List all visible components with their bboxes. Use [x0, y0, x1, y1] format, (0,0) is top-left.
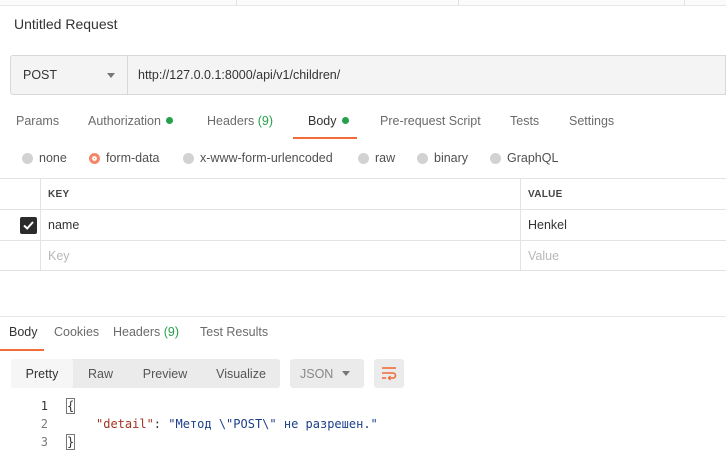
tab-strip-segment[interactable]: [0, 0, 237, 6]
response-code-viewer[interactable]: 1 { 2 "detail": "Метод \"POST\" не разре…: [0, 397, 726, 451]
column-header-key: KEY: [48, 189, 70, 200]
tab-strip-segment[interactable]: [237, 0, 459, 6]
url-bar: POST http://127.0.0.1:8000/api/v1/childr…: [10, 55, 726, 95]
chevron-down-icon: [342, 371, 350, 376]
key-cell[interactable]: name: [48, 218, 79, 232]
tab-pre-request-script[interactable]: Pre-request Script: [380, 114, 481, 128]
key-placeholder[interactable]: Key: [48, 249, 70, 263]
radio-raw[interactable]: raw: [358, 151, 395, 165]
tab-strip-segment[interactable]: [459, 0, 685, 6]
format-select[interactable]: JSON: [290, 359, 364, 388]
response-tabs: Body Cookies Headers (9) Test Results: [0, 316, 726, 351]
radio-graphql[interactable]: GraphQL: [490, 151, 558, 165]
url-input[interactable]: http://127.0.0.1:8000/api/v1/children/: [128, 56, 725, 94]
status-dot-icon: [341, 117, 349, 124]
view-mode-raw[interactable]: Raw: [73, 359, 128, 388]
table-row-empty: Key Value: [0, 240, 726, 271]
radio-circle-icon: [358, 152, 369, 164]
chevron-down-icon: [107, 73, 115, 78]
json-colon: :: [153, 417, 169, 431]
body-type-radios: none form-data x-www-form-urlencoded raw…: [0, 149, 726, 169]
line-number: 3: [40, 435, 48, 449]
radio-x-www-form-urlencoded[interactable]: x-www-form-urlencoded: [183, 151, 333, 165]
open-brace: {: [66, 398, 76, 414]
response-tab-cookies[interactable]: Cookies: [54, 325, 99, 339]
value-cell[interactable]: Henkel: [528, 218, 567, 232]
radio-circle-icon: [417, 152, 428, 164]
line-number: 2: [40, 417, 48, 431]
radio-none[interactable]: none: [22, 151, 67, 165]
method-label: POST: [23, 68, 58, 82]
line-number: 1: [40, 399, 48, 413]
tab-settings[interactable]: Settings: [569, 114, 614, 128]
response-headers-count: (9): [163, 325, 180, 339]
wrap-lines-button[interactable]: [374, 359, 404, 388]
close-brace: }: [66, 434, 76, 450]
radio-circle-icon: [22, 152, 33, 164]
tab-tests[interactable]: Tests: [510, 114, 539, 128]
response-tab-test-results[interactable]: Test Results: [200, 325, 268, 339]
request-title[interactable]: Untitled Request: [14, 16, 118, 32]
tab-body[interactable]: Body: [308, 114, 349, 128]
tab-headers[interactable]: Headers (9): [207, 114, 273, 128]
radio-form-data[interactable]: form-data: [89, 151, 160, 165]
form-data-table: KEY VALUE name Henkel Key Value: [0, 178, 726, 271]
tab-authorization[interactable]: Authorization: [88, 114, 173, 128]
headers-count: (9): [257, 114, 274, 128]
json-key: "detail": [96, 417, 154, 431]
table-row: name Henkel: [0, 209, 726, 240]
tab-params[interactable]: Params: [16, 114, 59, 128]
format-select-label: JSON: [300, 366, 334, 381]
column-header-value: VALUE: [528, 189, 563, 200]
status-dot-icon: [165, 117, 173, 124]
radio-circle-icon: [183, 152, 194, 164]
table-header-row: KEY VALUE: [0, 178, 726, 209]
json-value: "Метод \"POST\" не разрешен.": [168, 417, 378, 431]
response-tab-headers[interactable]: Headers (9): [113, 325, 179, 339]
code-line: 1 {: [0, 397, 726, 415]
active-response-tab-underline: [0, 349, 44, 351]
view-mode-preview[interactable]: Preview: [128, 359, 202, 388]
radio-circle-icon: [490, 152, 501, 164]
code-line: 3 }: [0, 433, 726, 451]
method-select[interactable]: POST: [11, 56, 128, 94]
check-icon: [23, 221, 34, 230]
radio-binary[interactable]: binary: [417, 151, 468, 165]
wrap-lines-icon: [382, 367, 397, 381]
active-tab-underline: [293, 137, 357, 139]
view-mode-visualize[interactable]: Visualize: [202, 359, 280, 388]
code-line: 2 "detail": "Метод \"POST\" не разрешен.…: [0, 415, 726, 433]
top-tab-strip: [0, 0, 726, 6]
view-mode-pretty[interactable]: Pretty: [11, 359, 73, 388]
response-tab-body[interactable]: Body: [9, 325, 38, 339]
row-enabled-checkbox[interactable]: [20, 217, 37, 234]
value-placeholder[interactable]: Value: [528, 249, 559, 263]
request-tabs: Params Authorization Headers (9) Body Pr…: [0, 108, 726, 139]
radio-checked-icon: [89, 152, 100, 164]
view-mode-group: Pretty Raw Preview Visualize: [11, 359, 280, 388]
